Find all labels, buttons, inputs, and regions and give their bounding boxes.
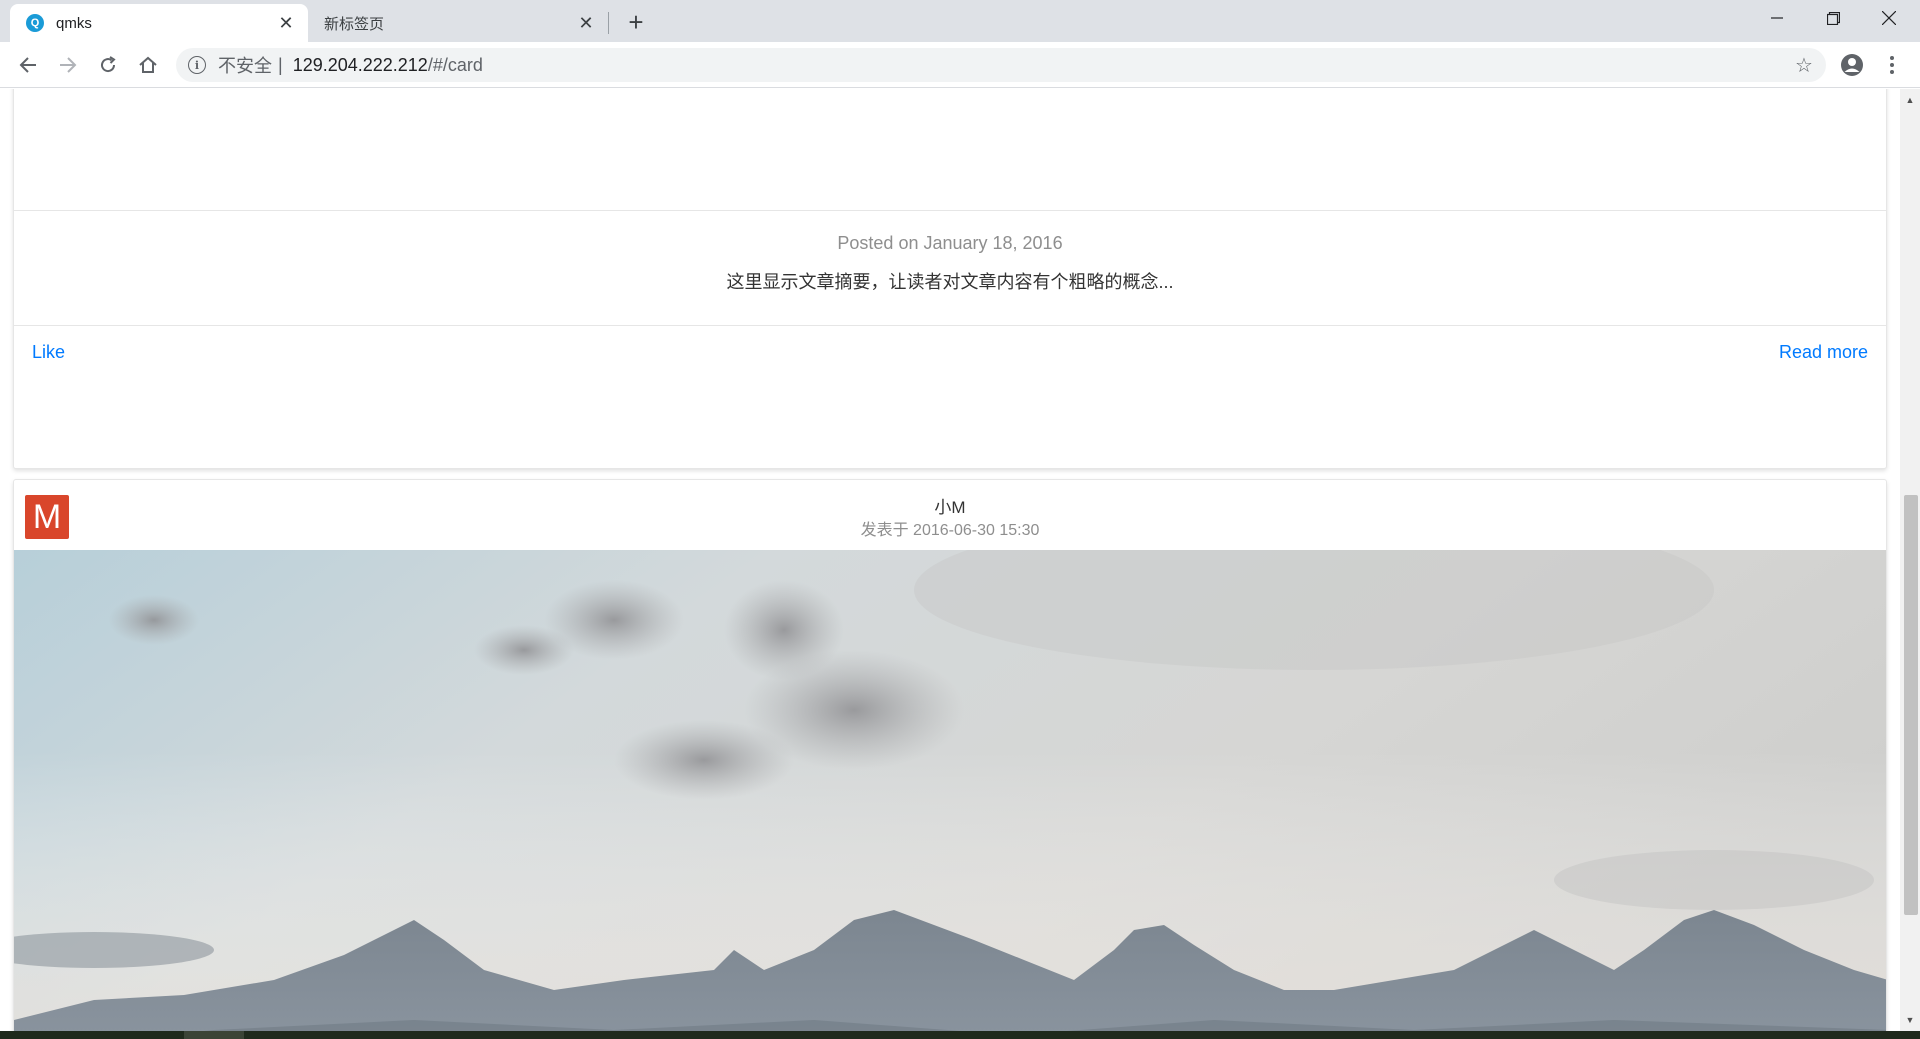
- post-timestamp: 发表于 2016-06-30 15:30: [860, 522, 1040, 539]
- close-icon[interactable]: ✕: [274, 11, 298, 35]
- back-arrow-icon[interactable]: [12, 49, 44, 81]
- browser-toolbar: i 不安全 | 129.204.222.212 /#/card ☆: [0, 42, 1920, 88]
- security-label: 不安全: [218, 56, 272, 76]
- tab-divider: [608, 12, 609, 34]
- url-path: /#/card: [427, 54, 483, 75]
- minimize-icon[interactable]: [1750, 0, 1804, 36]
- url-separator: |: [278, 54, 283, 75]
- profile-icon[interactable]: [1840, 53, 1864, 77]
- close-icon[interactable]: ✕: [574, 11, 598, 35]
- post-date: Posted on January 18, 2016: [837, 233, 1063, 253]
- like-link[interactable]: Like: [32, 342, 65, 363]
- read-more-link[interactable]: Read more: [1779, 342, 1868, 363]
- tab-qmks[interactable]: Q qmks ✕: [10, 4, 308, 42]
- taskbar-item[interactable]: [184, 1031, 244, 1039]
- vertical-scrollbar[interactable]: ▲ ▼: [1900, 89, 1920, 1031]
- qmks-favicon-icon: Q: [26, 14, 44, 32]
- tab-new-tab-page[interactable]: 新标签页 ✕: [310, 4, 608, 42]
- window-close-icon[interactable]: [1862, 0, 1916, 36]
- address-bar[interactable]: i 不安全 | 129.204.222.212 /#/card ☆: [176, 48, 1826, 82]
- landscape-image: [14, 550, 1886, 1031]
- card-content: Posted on January 18, 2016 这里显示文章摘要，让读者对…: [14, 211, 1886, 326]
- card-footer: Like Read more: [14, 326, 1886, 380]
- tab-title: 新标签页: [324, 15, 385, 33]
- url-host: 129.204.222.212: [292, 54, 428, 75]
- tab-strip: Q qmks ✕ 新标签页 ✕ +: [0, 0, 1920, 42]
- info-icon[interactable]: i: [188, 56, 206, 74]
- scroll-up-icon[interactable]: ▲: [1900, 91, 1920, 109]
- forward-arrow-icon[interactable]: [52, 49, 84, 81]
- restore-icon[interactable]: [1806, 0, 1860, 36]
- article-summary: 这里显示文章摘要，让读者对文章内容有个粗略的概念...: [726, 272, 1174, 292]
- card-header: M 小M 发表于 2016-06-30 15:30: [14, 480, 1886, 550]
- scroll-thumb[interactable]: [1904, 495, 1918, 915]
- author-name: 小M: [934, 498, 966, 517]
- star-icon[interactable]: ☆: [1792, 53, 1816, 77]
- card-media: [14, 89, 1886, 211]
- reload-icon[interactable]: [92, 49, 124, 81]
- page-viewport: Posted on January 18, 2016 这里显示文章摘要，让读者对…: [0, 89, 1900, 1031]
- scroll-down-icon[interactable]: ▼: [1900, 1011, 1920, 1029]
- os-taskbar: [0, 1031, 1920, 1039]
- photo-card: M 小M 发表于 2016-06-30 15:30: [13, 479, 1887, 1031]
- article-card: Posted on January 18, 2016 这里显示文章摘要，让读者对…: [13, 89, 1887, 469]
- plus-icon[interactable]: +: [622, 8, 650, 36]
- home-icon[interactable]: [132, 49, 164, 81]
- menu-icon[interactable]: [1880, 51, 1904, 79]
- tab-title: qmks: [56, 14, 92, 32]
